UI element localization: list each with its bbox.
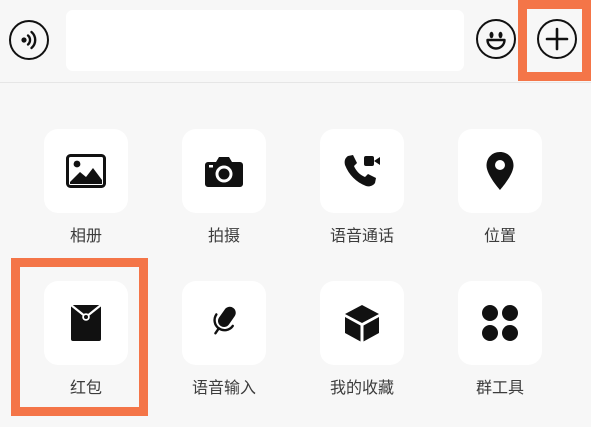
tile-voice-input[interactable]: 语音输入 xyxy=(182,281,266,398)
tile-label: 拍摄 xyxy=(207,226,240,245)
tile-label: 群工具 xyxy=(475,378,524,397)
chat-input-screen: 相册 拍摄 语音通话 位置 红包 语音输入 我的收藏 群工具 xyxy=(0,0,591,427)
tile-photo-album[interactable]: 相册 xyxy=(44,129,128,246)
tile-label: 语音通话 xyxy=(329,226,394,245)
microphone-icon xyxy=(207,303,241,343)
tile-label: 我的收藏 xyxy=(329,378,394,397)
voice-wave-icon xyxy=(16,27,42,53)
red-packet-icon xyxy=(69,303,103,343)
tile-favorites[interactable]: 我的收藏 xyxy=(320,281,404,398)
tile-red-packet[interactable]: 红包 xyxy=(44,281,128,398)
group-tools-icon xyxy=(480,303,520,343)
more-functions-panel: 相册 拍摄 语音通话 位置 红包 语音输入 我的收藏 群工具 xyxy=(0,83,591,427)
tile-location[interactable]: 位置 xyxy=(458,129,542,246)
tile-voice-input-box xyxy=(182,281,266,365)
voice-input-button[interactable] xyxy=(9,20,49,60)
photo-album-icon xyxy=(66,154,106,188)
tile-red-packet-box xyxy=(44,281,128,365)
smiley-face-icon xyxy=(481,24,511,54)
tile-camera-box xyxy=(182,129,266,213)
message-text-field[interactable] xyxy=(66,10,464,71)
tile-label: 相册 xyxy=(69,226,102,245)
tile-group-tools[interactable]: 群工具 xyxy=(458,281,542,398)
more-functions-button[interactable] xyxy=(537,19,577,59)
tile-group-tools-box xyxy=(458,281,542,365)
tile-label: 红包 xyxy=(69,378,102,397)
location-pin-icon xyxy=(485,151,515,191)
emoji-button[interactable] xyxy=(476,19,516,59)
favorites-cube-icon xyxy=(342,303,382,343)
tile-voice-call[interactable]: 语音通话 xyxy=(320,129,404,246)
tile-label: 语音输入 xyxy=(191,378,256,397)
tile-favorites-box xyxy=(320,281,404,365)
input-bar xyxy=(0,0,591,83)
tile-voice-call-box xyxy=(320,129,404,213)
tile-label: 位置 xyxy=(483,226,516,245)
tile-location-box xyxy=(458,129,542,213)
voice-call-icon xyxy=(342,152,382,190)
tile-camera[interactable]: 拍摄 xyxy=(182,129,266,246)
plus-icon xyxy=(544,26,570,52)
camera-icon xyxy=(204,154,244,188)
tile-photo-album-box xyxy=(44,129,128,213)
